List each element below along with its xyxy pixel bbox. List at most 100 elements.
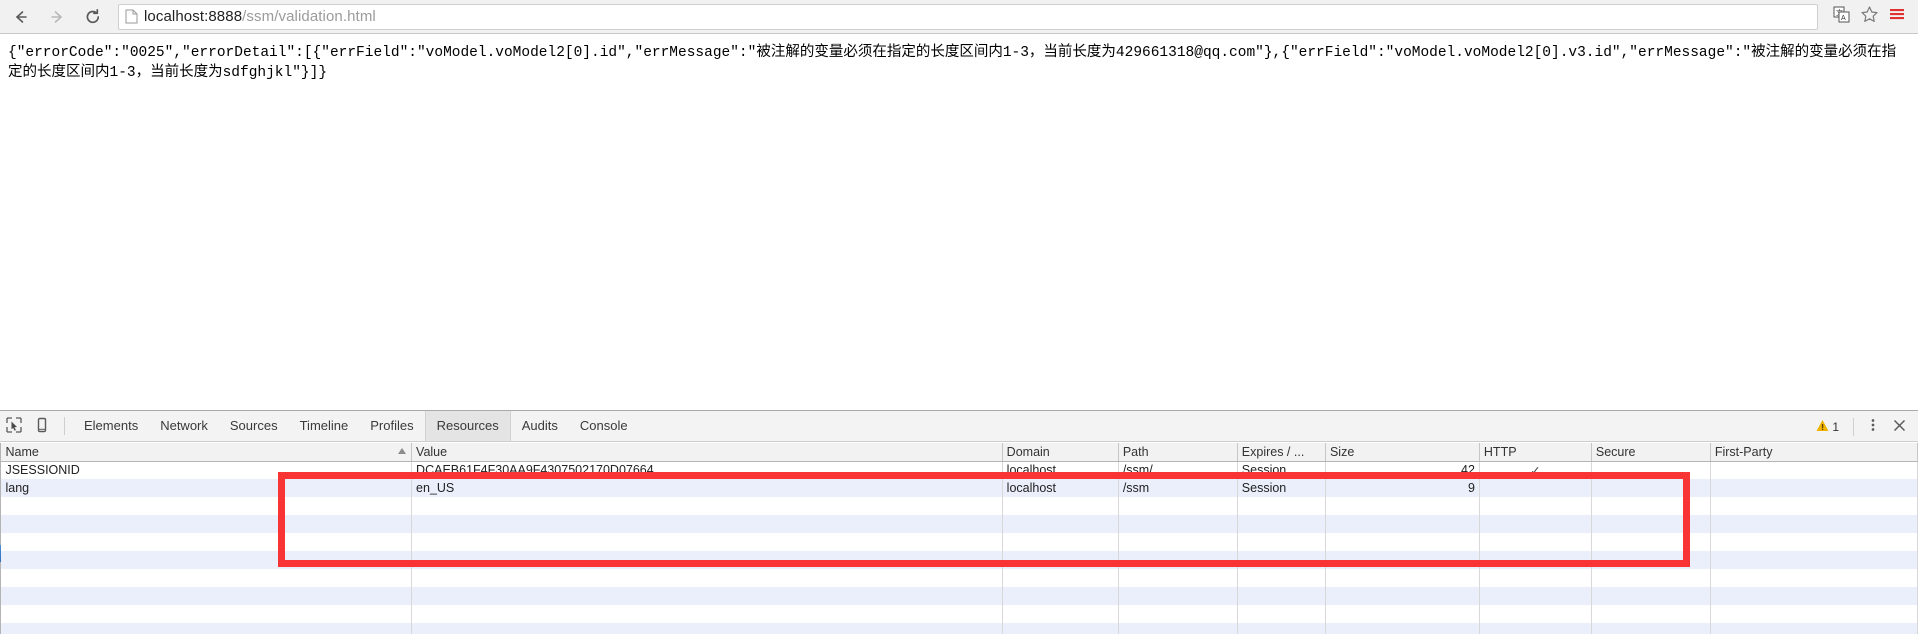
cell-empty [1591,533,1711,551]
cell-empty [1591,515,1711,533]
address-bar[interactable]: localhost:8888/ssm/validation.html [118,3,1818,30]
cell-domain[interactable]: localhost [1002,461,1119,479]
cell-empty [1002,515,1119,533]
cell-empty [1710,533,1918,551]
warning-indicator[interactable]: 1 [1816,419,1839,435]
cell-name[interactable]: lang [1,479,413,497]
cell-empty [1325,587,1480,605]
cell-empty [1710,497,1918,515]
cell-empty [1002,569,1119,587]
table-row-empty[interactable] [1,569,1918,587]
table-row[interactable]: lang en_US localhost /ssm Session 9 [1,479,1918,497]
table-row-empty[interactable] [1,587,1918,605]
back-button[interactable] [6,2,36,32]
browser-menu-button[interactable] [1884,4,1910,30]
cell-expires[interactable]: Session [1237,461,1326,479]
column-header-size[interactable]: Size [1325,443,1480,462]
tab-elements[interactable]: Elements [73,411,149,441]
cell-empty [1002,605,1119,623]
tab-profiles[interactable]: Profiles [359,411,424,441]
cell-path[interactable]: /ssm/ [1118,461,1238,479]
cell-empty [1237,587,1326,605]
cell-empty [1,497,413,515]
tab-timeline[interactable]: Timeline [289,411,360,441]
cell-empty [1,587,413,605]
cell-empty [1002,623,1119,634]
cell-empty [1118,497,1238,515]
cell-empty [1237,605,1326,623]
table-row-empty[interactable] [1,623,1918,634]
cell-empty [411,605,1003,623]
cell-value[interactable]: DCAEB61F4F30AA9F4307502170D07664 [411,461,1003,479]
column-header-domain[interactable]: Domain [1002,443,1119,462]
cell-empty [1710,587,1918,605]
inspect-element-button[interactable] [0,413,28,439]
cell-empty [1,569,413,587]
cell-empty [1325,533,1480,551]
column-header-first-party[interactable]: First-Party [1710,443,1918,462]
cell-empty [1479,569,1592,587]
device-toolbar-button[interactable] [28,413,56,439]
tab-audits[interactable]: Audits [511,411,569,441]
toolbar-divider [64,417,65,435]
devtools-more-button[interactable] [1860,414,1886,440]
cell-empty [1237,551,1326,569]
cell-http[interactable] [1479,479,1592,497]
cell-path[interactable]: /ssm [1118,479,1238,497]
column-header-value[interactable]: Value [411,443,1003,462]
cell-domain[interactable]: localhost [1002,479,1119,497]
cell-empty [1479,533,1592,551]
table-row-empty[interactable] [1,497,1918,515]
column-header-http[interactable]: HTTP [1479,443,1592,462]
cell-value[interactable]: en_US [411,479,1003,497]
star-bookmark-icon [1860,5,1879,29]
url-path: /ssm/validation.html [242,8,376,25]
cell-first-party[interactable] [1710,461,1918,479]
cell-secure[interactable] [1591,461,1711,479]
tab-sources[interactable]: Sources [219,411,289,441]
cell-size[interactable]: 9 [1325,479,1480,497]
cell-expires[interactable]: Session [1237,479,1326,497]
cell-empty [1,533,413,551]
table-row-empty[interactable] [1,605,1918,623]
reload-button[interactable] [78,2,108,32]
column-header-secure[interactable]: Secure [1591,443,1711,462]
table-row[interactable]: JSESSIONID DCAEB61F4F30AA9F4307502170D07… [1,461,1918,479]
column-header-name[interactable]: Name [1,443,413,462]
cell-http[interactable]: ✓ [1479,461,1592,479]
json-error-response-text: {"errorCode":"0025","errorDetail":[{"err… [8,45,1897,81]
cell-empty [1118,551,1238,569]
cell-first-party[interactable] [1710,479,1918,497]
translate-button[interactable]: 文 A [1828,4,1854,30]
tab-resources[interactable]: Resources [424,411,511,441]
cell-empty [1710,569,1918,587]
table-header-row: Name Value Domain Path Expires / ... Siz… [1,443,1918,462]
cell-empty [1002,533,1119,551]
cell-empty [1325,515,1480,533]
cell-name[interactable]: JSESSIONID [1,461,413,479]
tab-console[interactable]: Console [569,411,639,441]
cell-empty [1237,497,1326,515]
cell-empty [1002,587,1119,605]
table-row-empty[interactable] [1,551,1918,569]
cell-size[interactable]: 42 [1325,461,1480,479]
cell-empty [1118,605,1238,623]
cell-empty [1237,623,1326,634]
device-toolbar-icon [34,417,50,436]
table-row-empty[interactable] [1,533,1918,551]
bookmark-button[interactable] [1856,4,1882,30]
forward-button[interactable] [42,2,72,32]
column-header-path[interactable]: Path [1118,443,1238,462]
tab-network[interactable]: Network [149,411,219,441]
cell-empty [1,623,413,634]
cookies-table-container[interactable]: Name Value Domain Path Expires / ... Siz… [1,443,1918,634]
table-row-empty[interactable] [1,515,1918,533]
url-host: localhost:8888 [144,8,243,25]
column-header-expires[interactable]: Expires / ... [1237,443,1326,462]
cell-empty [411,515,1003,533]
cell-empty [1002,551,1119,569]
cell-secure[interactable] [1591,479,1711,497]
devtools-close-button[interactable] [1886,414,1912,440]
cell-empty [1479,551,1592,569]
cell-empty [411,533,1003,551]
